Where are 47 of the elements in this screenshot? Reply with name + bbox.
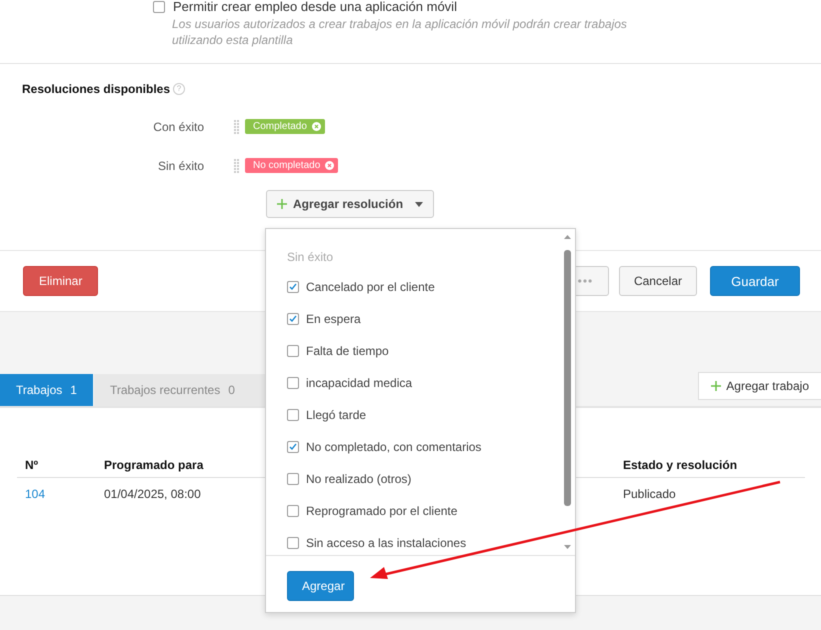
cancel-button[interactable]: Cancelar [618,266,697,296]
resolution-tag: Completado [245,119,325,134]
option-label[interactable]: No completado, con comentarios [306,440,482,454]
checkbox[interactable] [287,441,299,453]
resolution-tag: No completado [245,158,338,173]
drag-handle-icon[interactable] [234,158,240,174]
remove-icon[interactable] [312,122,321,131]
drag-handle-icon[interactable] [234,118,240,134]
checkbox[interactable] [287,537,299,549]
job-link[interactable]: 104 [25,487,104,501]
checkbox[interactable] [287,377,299,389]
checkbox[interactable] [153,1,165,13]
scrollbar[interactable] [563,233,572,551]
table-cell-text: Publicado [623,487,677,501]
tab[interactable]: Trabajos 1 [0,374,93,406]
remove-icon[interactable] [325,161,334,170]
add-resolution-button[interactable]: Agregar resolución [266,190,434,218]
option-label[interactable]: Reprogramado por el cliente [306,504,458,518]
delete-button[interactable]: Eliminar [23,266,98,296]
column-header: Nº [25,458,40,472]
save-button[interactable]: Guardar [710,266,800,296]
section-title: Resoluciones disponibles [22,82,170,96]
table-cell-text: 01/04/2025, 08:00 [104,487,202,501]
option-label[interactable]: Falta de tiempo [306,344,389,358]
plus-icon [277,199,287,209]
option-label[interactable]: Llegó tarde [306,408,366,422]
option-description: Los usuarios autorizados a crear trabajos en la aplicación móvil podrán crear trabajos utilizando esta plantilla [172,16,628,48]
option-label[interactable]: En espera [306,312,361,326]
group-label: Sin éxito [156,158,205,172]
checkbox[interactable] [287,281,299,293]
caret-icon [415,202,424,206]
option-label[interactable]: Sin acceso a las instalaciones [306,536,466,550]
group-label: Con éxito [152,120,205,134]
column-header: Programado para [104,458,204,472]
checkbox[interactable] [287,473,299,485]
option-label[interactable]: Cancelado por el cliente [306,280,435,294]
add-button[interactable]: Agregar [287,571,354,601]
add-job-button[interactable]: Agregar trabajo [698,372,821,400]
group-heading: Sin éxito [287,250,334,264]
option-label[interactable]: No realizado (otros) [306,472,412,486]
checkbox[interactable] [287,313,299,325]
checkbox[interactable] [287,409,299,421]
column-header: Estado y resolución [623,458,738,472]
plus-icon [711,381,722,391]
option-label: Permitir crear empleo desde una aplicación móvil [173,0,457,14]
checkbox[interactable] [287,345,299,357]
checkbox[interactable] [287,505,299,517]
